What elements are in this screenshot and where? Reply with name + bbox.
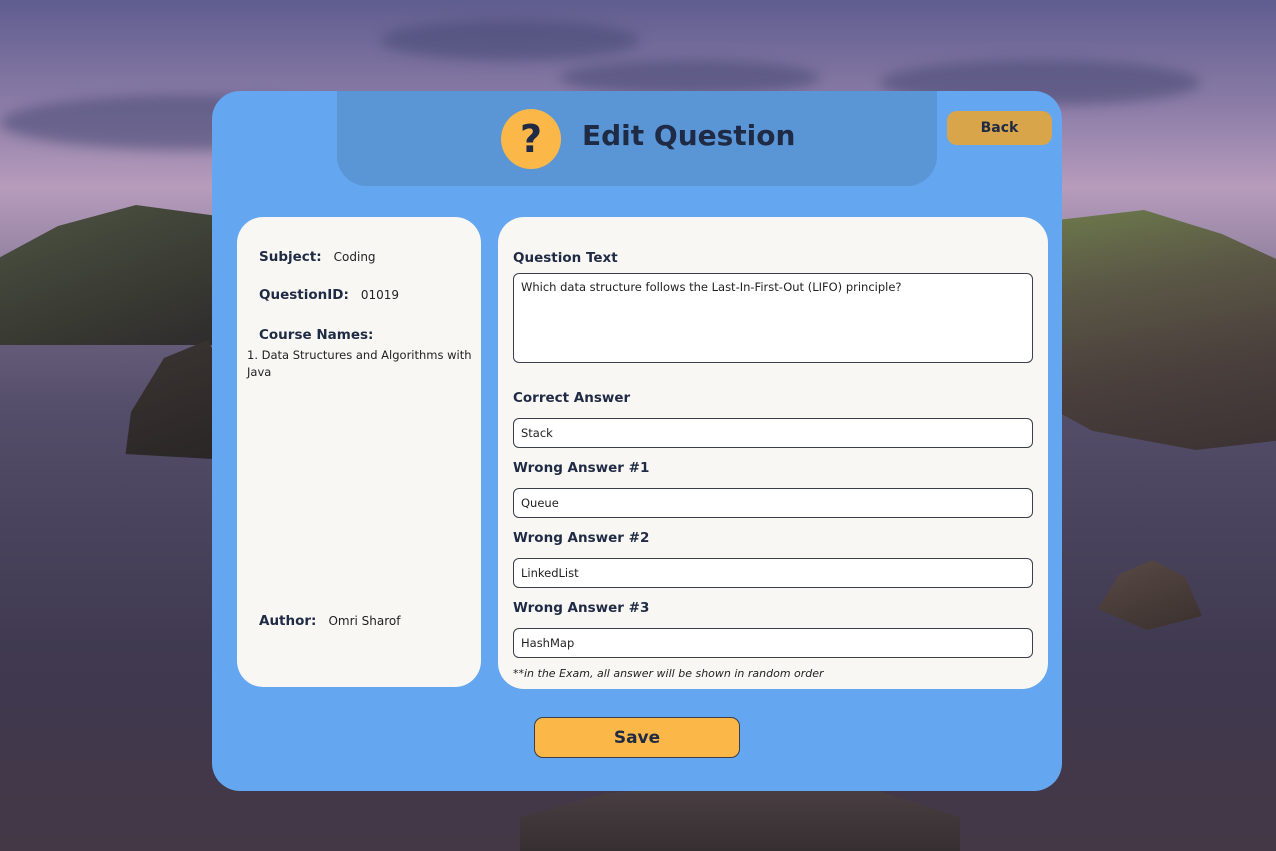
correct-answer-label: Correct Answer [513, 390, 631, 406]
course-names-list: 1. Data Structures and Algorithms with J… [247, 347, 472, 381]
wrong-answer-1-field[interactable] [513, 488, 1033, 518]
course-name-item: 1. Data Structures and Algorithms with J… [247, 348, 472, 379]
wrong-answer-3-field[interactable] [513, 628, 1033, 658]
question-form-card: Question Text Which data structure follo… [498, 217, 1048, 689]
question-mark-icon: ? [501, 109, 561, 169]
question-text-field[interactable]: Which data structure follows the Last-In… [513, 273, 1033, 363]
question-id-value: 01019 [360, 288, 400, 302]
subject-label: Subject: [259, 249, 322, 265]
subject-value: Coding [333, 250, 376, 264]
question-info-card: Subject: Coding QuestionID: 01019 Course… [237, 217, 481, 687]
page-title: Edit Question [582, 119, 796, 152]
wrong-answer-1-label: Wrong Answer #1 [513, 460, 650, 476]
course-names-row: Course Names: [259, 327, 373, 343]
edit-question-window: ? Edit Question Back Subject: Coding Que… [212, 91, 1062, 791]
author-label: Author: [259, 613, 317, 629]
correct-answer-field[interactable] [513, 418, 1033, 448]
question-text-label: Question Text [513, 250, 618, 266]
wrong-answer-3-label: Wrong Answer #3 [513, 600, 650, 616]
subject-row: Subject: Coding [259, 249, 376, 265]
back-button[interactable]: Back [947, 111, 1052, 145]
wrong-answer-2-field[interactable] [513, 558, 1033, 588]
random-order-note: **in the Exam, all answer will be shown … [513, 667, 824, 680]
author-value: Omri Sharof [328, 614, 401, 628]
save-button[interactable]: Save [534, 717, 740, 758]
course-names-label: Course Names: [259, 327, 374, 343]
author-row: Author: Omri Sharof [259, 613, 401, 629]
question-id-row: QuestionID: 01019 [259, 287, 399, 303]
question-id-label: QuestionID: [259, 287, 349, 303]
wrong-answer-2-label: Wrong Answer #2 [513, 530, 650, 546]
